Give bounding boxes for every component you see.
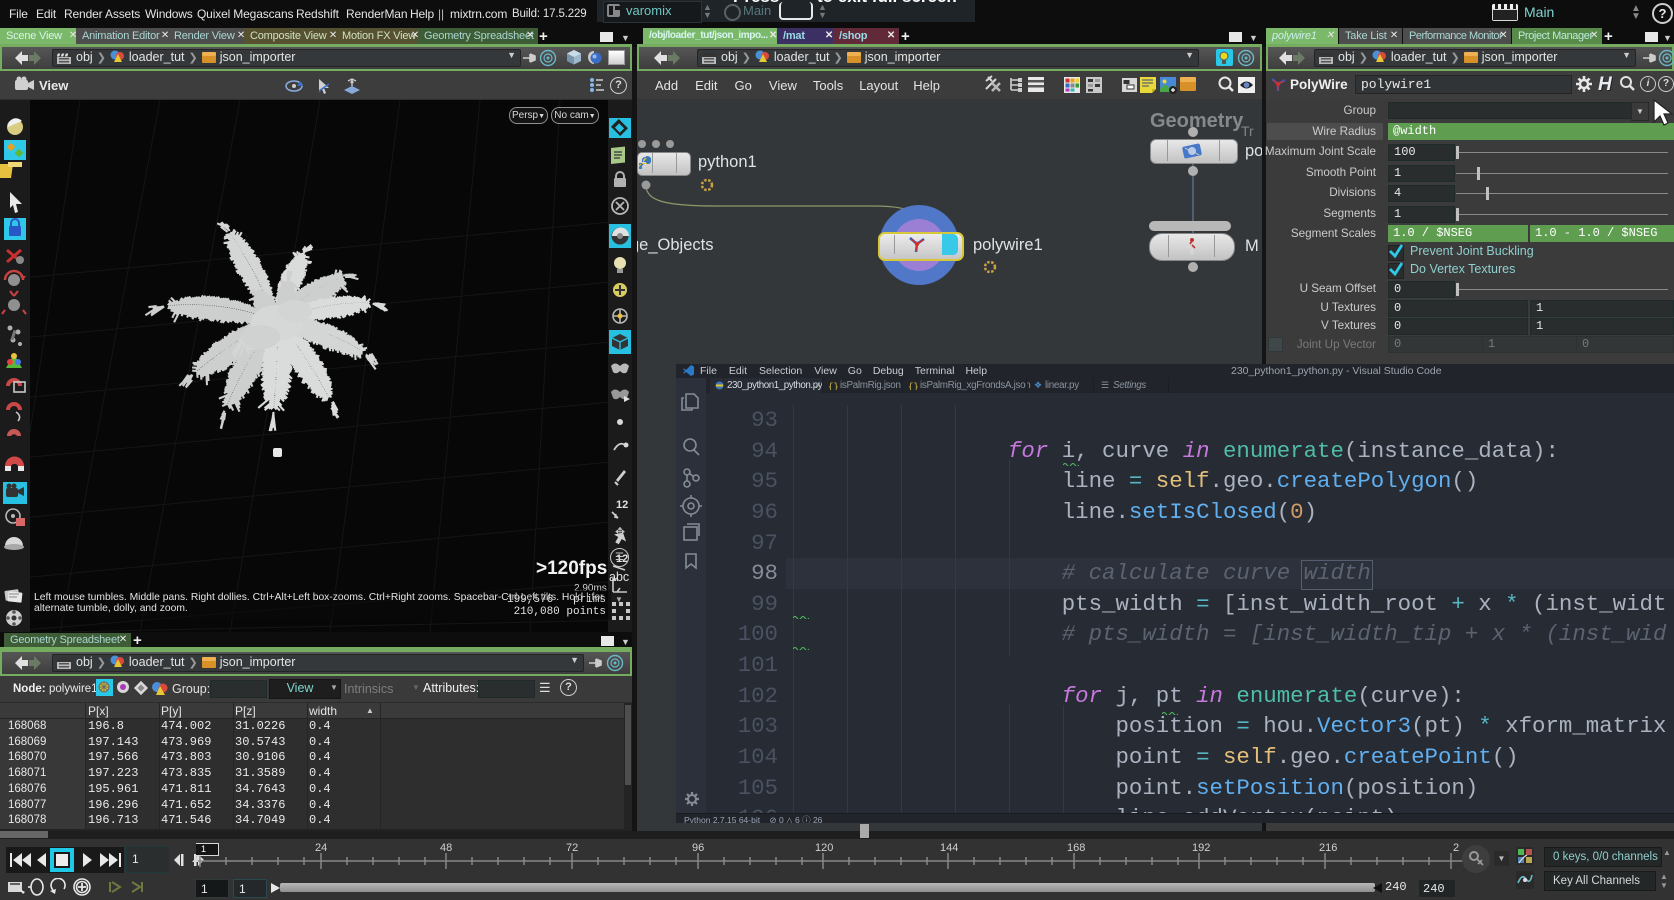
svg-text:96: 96 — [692, 842, 704, 854]
svg-text:144: 144 — [940, 842, 958, 854]
svg-text:216: 216 — [1319, 842, 1337, 854]
svg-text:72: 72 — [566, 842, 578, 854]
svg-text:192: 192 — [1192, 842, 1210, 854]
svg-text:12: 12 — [616, 499, 628, 511]
svg-text:48: 48 — [440, 842, 452, 854]
svg-text:168: 168 — [1067, 842, 1085, 854]
svg-text:120: 120 — [815, 842, 833, 854]
svg-text:24: 24 — [315, 842, 327, 854]
svg-text:2: 2 — [1453, 842, 1459, 854]
